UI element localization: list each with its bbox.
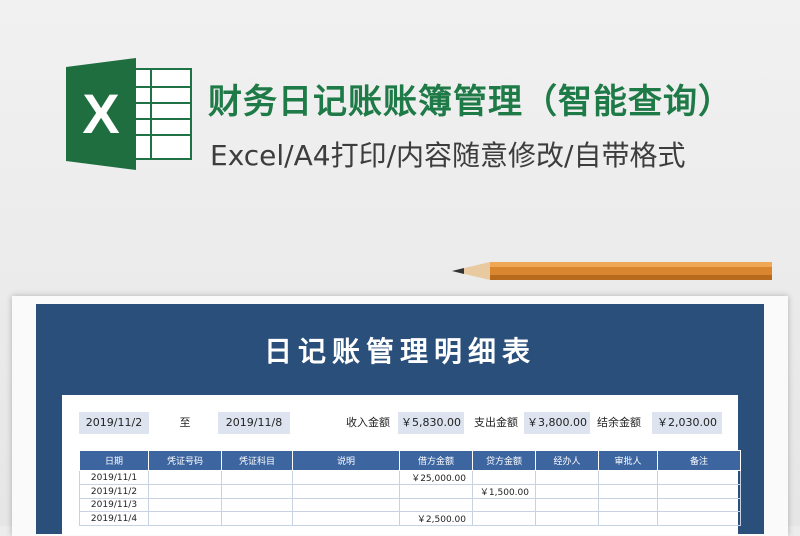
cell[interactable] — [657, 498, 741, 512]
excel-letter: X — [82, 82, 120, 145]
expense-value: ￥3,800.00 — [524, 412, 590, 434]
balance-value: ￥2,030.00 — [652, 412, 722, 434]
column-header: 经办人 — [535, 450, 599, 471]
column-header: 借方金额 — [399, 450, 473, 471]
table-row[interactable]: 2019/11/2 ￥1,500.00 — [79, 484, 741, 499]
start-date-field[interactable]: 2019/11/2 — [79, 412, 149, 434]
table-row[interactable]: 2019/11/1 ￥25,000.00 — [79, 470, 741, 485]
page-title: 财务日记账账簿管理（智能查询） — [208, 82, 733, 122]
cell[interactable] — [657, 484, 741, 499]
cell[interactable] — [148, 470, 222, 485]
column-header: 备注 — [657, 450, 741, 471]
cell[interactable] — [221, 484, 293, 499]
table-header-row: 日期 凭证号码 凭证科目 说明 借方金额 贷方金额 经办人 审批人 备注 — [79, 450, 741, 471]
excel-icon: X — [66, 58, 196, 170]
credit-cell[interactable]: ￥1,500.00 — [472, 484, 536, 499]
cell[interactable] — [535, 498, 599, 512]
cell[interactable] — [657, 511, 741, 526]
debit-cell[interactable]: ￥25,000.00 — [399, 470, 473, 485]
page-subtitle: Excel/A4打印/内容随意修改/自带格式 — [210, 139, 686, 172]
debit-cell[interactable] — [399, 484, 473, 499]
debit-cell[interactable] — [399, 498, 473, 512]
expense-label: 支出金额 — [474, 416, 518, 429]
column-header: 凭证号码 — [148, 450, 222, 471]
cell[interactable] — [292, 511, 400, 526]
cell[interactable] — [535, 470, 599, 485]
date-cell[interactable]: 2019/11/1 — [79, 470, 149, 485]
income-value: ￥5,830.00 — [398, 412, 464, 434]
cell[interactable] — [292, 484, 400, 499]
date-cell[interactable]: 2019/11/3 — [79, 498, 149, 512]
cell[interactable] — [598, 498, 658, 512]
table-row[interactable]: 2019/11/4 ￥2,500.00 — [79, 511, 741, 526]
credit-cell[interactable] — [472, 498, 536, 512]
credit-cell[interactable] — [472, 470, 536, 485]
column-header: 贷方金额 — [472, 450, 536, 471]
end-date-field[interactable]: 2019/11/8 — [218, 412, 290, 434]
cell[interactable] — [598, 470, 658, 485]
cell[interactable] — [598, 484, 658, 499]
date-cell[interactable]: 2019/11/2 — [79, 484, 149, 499]
cell[interactable] — [535, 484, 599, 499]
cell[interactable] — [598, 511, 658, 526]
cell[interactable] — [292, 470, 400, 485]
credit-cell[interactable] — [472, 511, 536, 526]
column-header: 凭证科目 — [221, 450, 293, 471]
column-header: 说明 — [292, 450, 400, 471]
cell[interactable] — [221, 511, 293, 526]
cell[interactable] — [148, 484, 222, 499]
table-row[interactable]: 2019/11/3 — [79, 498, 741, 512]
cell[interactable] — [657, 470, 741, 485]
debit-cell[interactable]: ￥2,500.00 — [399, 511, 473, 526]
sheet-title: 日记账管理明细表 — [263, 335, 536, 368]
cell[interactable] — [221, 498, 293, 512]
column-header: 审批人 — [598, 450, 658, 471]
cell[interactable] — [148, 511, 222, 526]
ledger-table: 日期 凭证号码 凭证科目 说明 借方金额 贷方金额 经办人 审批人 备注 201… — [79, 450, 741, 526]
to-label: 至 — [179, 416, 191, 429]
cell[interactable] — [292, 498, 400, 512]
cell[interactable] — [221, 470, 293, 485]
income-label: 收入金额 — [346, 416, 390, 429]
date-cell[interactable]: 2019/11/4 — [79, 511, 149, 526]
column-header: 日期 — [79, 450, 149, 471]
cell[interactable] — [148, 498, 222, 512]
balance-label: 结余金额 — [597, 416, 641, 429]
cell[interactable] — [535, 511, 599, 526]
pencil-icon — [452, 262, 772, 280]
